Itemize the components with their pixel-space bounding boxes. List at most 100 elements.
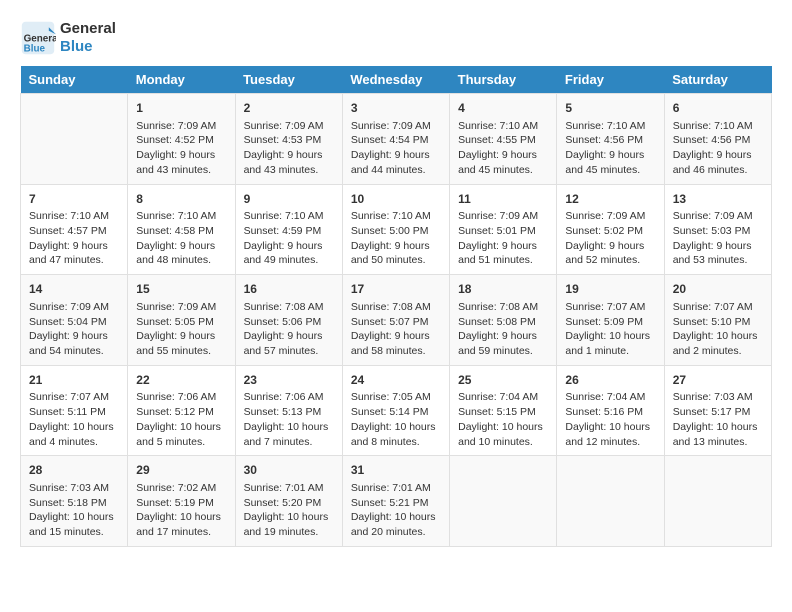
day-info: and 17 minutes. [136, 525, 226, 540]
day-info: Daylight: 9 hours [673, 239, 763, 254]
day-number: 9 [244, 191, 334, 208]
day-number: 10 [351, 191, 441, 208]
day-info: and 12 minutes. [565, 435, 655, 450]
day-info: Sunset: 5:20 PM [244, 496, 334, 511]
week-row-5: 28Sunrise: 7:03 AMSunset: 5:18 PMDayligh… [21, 456, 772, 547]
day-cell [664, 456, 771, 547]
day-number: 1 [136, 100, 226, 117]
day-info: and 4 minutes. [29, 435, 119, 450]
day-info: Sunset: 4:53 PM [244, 133, 334, 148]
day-info: Sunrise: 7:07 AM [673, 300, 763, 315]
day-info: Daylight: 9 hours [351, 239, 441, 254]
day-number: 21 [29, 372, 119, 389]
day-info: Sunrise: 7:08 AM [351, 300, 441, 315]
day-info: and 50 minutes. [351, 253, 441, 268]
header-cell-wednesday: Wednesday [342, 66, 449, 94]
day-info: and 43 minutes. [244, 163, 334, 178]
day-info: Sunset: 5:04 PM [29, 315, 119, 330]
day-info: Sunrise: 7:10 AM [351, 209, 441, 224]
day-info: and 20 minutes. [351, 525, 441, 540]
day-info: Daylight: 10 hours [673, 420, 763, 435]
day-number: 15 [136, 281, 226, 298]
day-cell: 27Sunrise: 7:03 AMSunset: 5:17 PMDayligh… [664, 365, 771, 456]
day-info: Sunset: 5:13 PM [244, 405, 334, 420]
day-info: Sunset: 4:52 PM [136, 133, 226, 148]
day-cell: 3Sunrise: 7:09 AMSunset: 4:54 PMDaylight… [342, 94, 449, 185]
day-info: Daylight: 10 hours [565, 329, 655, 344]
day-cell [557, 456, 664, 547]
day-info: Sunset: 5:14 PM [351, 405, 441, 420]
day-number: 24 [351, 372, 441, 389]
day-info: Sunset: 5:17 PM [673, 405, 763, 420]
day-info: and 19 minutes. [244, 525, 334, 540]
day-info: Daylight: 9 hours [673, 148, 763, 163]
day-number: 18 [458, 281, 548, 298]
day-number: 11 [458, 191, 548, 208]
day-number: 17 [351, 281, 441, 298]
calendar-header: SundayMondayTuesdayWednesdayThursdayFrid… [21, 66, 772, 94]
day-info: and 43 minutes. [136, 163, 226, 178]
day-info: Sunrise: 7:09 AM [29, 300, 119, 315]
logo: General Blue General Blue [20, 20, 116, 56]
day-info: Daylight: 10 hours [244, 510, 334, 525]
day-info: Sunrise: 7:10 AM [244, 209, 334, 224]
header-cell-sunday: Sunday [21, 66, 128, 94]
day-number: 27 [673, 372, 763, 389]
day-info: Sunrise: 7:09 AM [458, 209, 548, 224]
day-info: and 49 minutes. [244, 253, 334, 268]
day-cell: 25Sunrise: 7:04 AMSunset: 5:15 PMDayligh… [450, 365, 557, 456]
day-info: Sunrise: 7:09 AM [565, 209, 655, 224]
day-info: and 59 minutes. [458, 344, 548, 359]
day-info: and 2 minutes. [673, 344, 763, 359]
day-info: and 45 minutes. [565, 163, 655, 178]
day-number: 30 [244, 462, 334, 479]
day-info: and 55 minutes. [136, 344, 226, 359]
day-info: Sunset: 5:21 PM [351, 496, 441, 511]
day-cell: 28Sunrise: 7:03 AMSunset: 5:18 PMDayligh… [21, 456, 128, 547]
day-number: 12 [565, 191, 655, 208]
day-info: Sunrise: 7:03 AM [29, 481, 119, 496]
day-info: Sunset: 5:01 PM [458, 224, 548, 239]
day-info: and 45 minutes. [458, 163, 548, 178]
day-info: and 58 minutes. [351, 344, 441, 359]
day-number: 4 [458, 100, 548, 117]
day-info: Daylight: 9 hours [29, 239, 119, 254]
day-cell: 11Sunrise: 7:09 AMSunset: 5:01 PMDayligh… [450, 184, 557, 275]
day-number: 23 [244, 372, 334, 389]
day-info: Sunrise: 7:09 AM [673, 209, 763, 224]
day-info: Daylight: 9 hours [351, 148, 441, 163]
day-number: 25 [458, 372, 548, 389]
day-info: Daylight: 10 hours [29, 510, 119, 525]
day-number: 31 [351, 462, 441, 479]
day-cell: 26Sunrise: 7:04 AMSunset: 5:16 PMDayligh… [557, 365, 664, 456]
day-info: Sunrise: 7:07 AM [29, 390, 119, 405]
header-row: SundayMondayTuesdayWednesdayThursdayFrid… [21, 66, 772, 94]
day-info: and 13 minutes. [673, 435, 763, 450]
day-cell: 15Sunrise: 7:09 AMSunset: 5:05 PMDayligh… [128, 275, 235, 366]
day-info: Daylight: 10 hours [136, 420, 226, 435]
day-info: and 1 minute. [565, 344, 655, 359]
day-cell: 14Sunrise: 7:09 AMSunset: 5:04 PMDayligh… [21, 275, 128, 366]
day-number: 26 [565, 372, 655, 389]
day-info: Sunset: 5:10 PM [673, 315, 763, 330]
day-info: Sunrise: 7:10 AM [136, 209, 226, 224]
day-cell: 23Sunrise: 7:06 AMSunset: 5:13 PMDayligh… [235, 365, 342, 456]
day-info: and 52 minutes. [565, 253, 655, 268]
day-info: Daylight: 9 hours [29, 329, 119, 344]
day-info: Sunrise: 7:09 AM [244, 119, 334, 134]
day-info: Daylight: 9 hours [244, 329, 334, 344]
day-number: 28 [29, 462, 119, 479]
day-info: Sunrise: 7:05 AM [351, 390, 441, 405]
day-info: Daylight: 10 hours [29, 420, 119, 435]
day-info: Sunrise: 7:01 AM [351, 481, 441, 496]
day-info: Sunset: 5:05 PM [136, 315, 226, 330]
day-info: Daylight: 9 hours [136, 239, 226, 254]
calendar-table: SundayMondayTuesdayWednesdayThursdayFrid… [20, 66, 772, 547]
day-info: Daylight: 10 hours [244, 420, 334, 435]
day-info: Sunrise: 7:06 AM [136, 390, 226, 405]
day-info: Sunset: 5:07 PM [351, 315, 441, 330]
day-info: Sunset: 5:08 PM [458, 315, 548, 330]
day-info: Sunrise: 7:10 AM [458, 119, 548, 134]
day-info: Daylight: 10 hours [673, 329, 763, 344]
day-info: Sunset: 5:11 PM [29, 405, 119, 420]
